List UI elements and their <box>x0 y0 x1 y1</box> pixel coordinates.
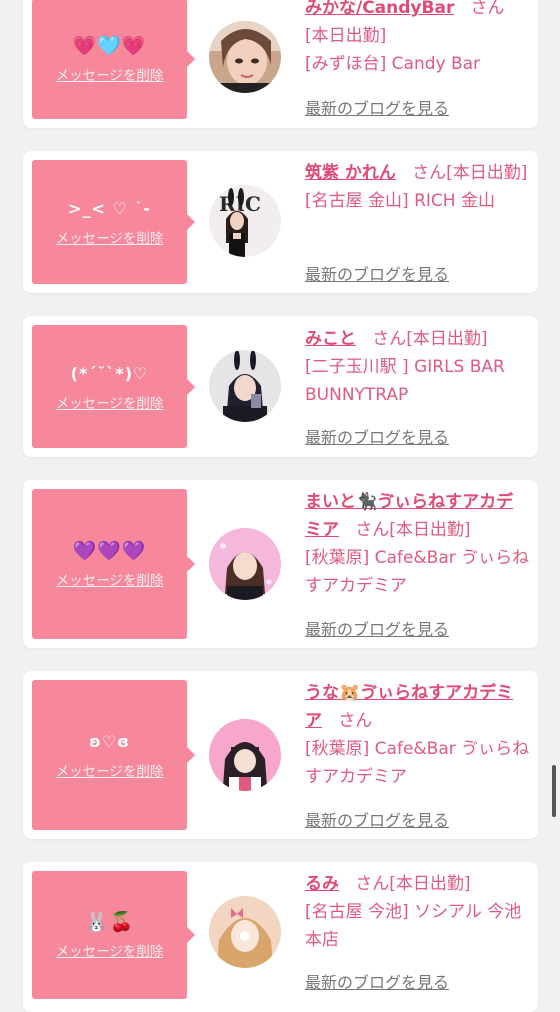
delete-message-link[interactable]: メッセージを削除 <box>56 227 164 247</box>
delete-message-link[interactable]: メッセージを削除 <box>56 64 164 84</box>
shop-name: [名古屋 金山] RICH 金山 <box>305 191 495 211</box>
message-card: 💜💜💜 メッセージを削除 まいと🐈‍⬛ゔぃらねすアカデミア さん[本日出勤] [… <box>23 480 538 648</box>
avatar[interactable]: RIC <box>209 185 281 257</box>
avatar[interactable] <box>209 350 281 422</box>
message-card: >_< ♡ ˙- メッセージを削除 RIC 筑紫 かれん さん[本日出勤] [名… <box>23 151 538 293</box>
cast-name-link[interactable]: 筑紫 かれん <box>305 163 396 183</box>
work-status: [本日出勤] <box>389 520 471 540</box>
cast-name-link[interactable]: みこと <box>305 329 356 349</box>
message-emoji: 🐰🍒 <box>84 911 135 933</box>
avatar[interactable] <box>209 21 281 93</box>
message-bubble: 🐰🍒 メッセージを削除 <box>32 871 195 999</box>
view-blog-link[interactable]: 最新のブログを見る <box>305 969 449 993</box>
work-status: [本日出勤] <box>389 874 471 894</box>
view-blog-link[interactable]: 最新のブログを見る <box>305 424 449 448</box>
work-status: [本日出勤] <box>446 163 528 183</box>
cast-info: 筑紫 かれん さん[本日出勤] [名古屋 金山] RICH 金山 <box>305 159 530 215</box>
view-blog-link[interactable]: 最新のブログを見る <box>305 807 449 831</box>
message-emoji: (*´˘`*)♡ <box>70 363 149 383</box>
honorific: さん <box>470 0 505 18</box>
shop-name: [秋葉原] Cafe&Bar ゔぃらねすアカデミア <box>305 548 530 596</box>
message-bubble: 💗🩵💗 メッセージを削除 <box>32 0 195 119</box>
delete-message-link[interactable]: メッセージを削除 <box>56 569 164 589</box>
view-blog-link[interactable]: 最新のブログを見る <box>305 261 449 285</box>
avatar[interactable] <box>209 719 281 791</box>
shop-name: [二子玉川駅 ] GIRLS BAR BUNNYTRAP <box>305 357 505 405</box>
honorific: さん <box>412 163 447 183</box>
avatar[interactable] <box>209 896 281 968</box>
cast-info: まいと🐈‍⬛ゔぃらねすアカデミア さん[本日出勤] [秋葉原] Cafe&Bar… <box>305 488 530 600</box>
shop-name: [名古屋 今池] ソシアル 今池本店 <box>305 902 522 950</box>
message-card: 🐰🍒 メッセージを削除 るみ さん[本日出勤] [名古屋 今池] ソシアル 今池… <box>23 862 538 1012</box>
message-bubble: 💜💜💜 メッセージを削除 <box>32 489 195 639</box>
delete-message-link[interactable]: メッセージを削除 <box>56 760 164 780</box>
message-bubble: >_< ♡ ˙- メッセージを削除 <box>32 160 195 284</box>
cast-name-link[interactable]: みかな/CandyBar <box>305 0 454 18</box>
cast-info: みかな/CandyBar さん [本日出勤] [みずほ台] Candy Bar <box>305 0 530 78</box>
view-blog-link[interactable]: 最新のブログを見る <box>305 616 449 640</box>
cast-info: みこと さん[本日出勤] [二子玉川駅 ] GIRLS BAR BUNNYTRA… <box>305 325 530 409</box>
message-card: ʚ♡ɞ メッセージを削除 うな🐹ゔぃらねすアカデミア さん [秋葉原] Cafe… <box>23 671 538 839</box>
message-bubble: (*´˘`*)♡ メッセージを削除 <box>32 325 195 448</box>
work-status: [本日出勤] <box>406 329 488 349</box>
message-card: (*´˘`*)♡ メッセージを削除 みこと さん[本日出勤] [二子玉川駅 ] … <box>23 316 538 457</box>
honorific: さん <box>372 329 407 349</box>
message-emoji: 💜💜💜 <box>72 540 147 562</box>
shop-name: [秋葉原] Cafe&Bar ゔぃらねすアカデミア <box>305 739 530 787</box>
cast-name-link[interactable]: るみ <box>305 874 339 894</box>
message-card: 💗🩵💗 メッセージを削除 みかな/CandyBar さん [本日出勤] [みずほ… <box>23 0 538 128</box>
work-status: [本日出勤] <box>305 26 387 46</box>
honorific: さん <box>338 711 373 731</box>
message-emoji: 💗🩵💗 <box>72 35 147 57</box>
scrollbar[interactable] <box>552 765 556 817</box>
view-blog-link[interactable]: 最新のブログを見る <box>305 95 449 119</box>
avatar[interactable] <box>209 528 281 600</box>
delete-message-link[interactable]: メッセージを削除 <box>56 940 164 960</box>
message-bubble: ʚ♡ɞ メッセージを削除 <box>32 680 195 830</box>
honorific: さん <box>355 874 390 894</box>
message-emoji: ʚ♡ɞ <box>89 732 130 751</box>
delete-message-link[interactable]: メッセージを削除 <box>56 392 164 412</box>
shop-name: [みずほ台] Candy Bar <box>305 54 481 74</box>
message-emoji: >_< ♡ ˙- <box>68 199 151 218</box>
honorific: さん <box>355 520 390 540</box>
cast-info: うな🐹ゔぃらねすアカデミア さん [秋葉原] Cafe&Bar ゔぃらねすアカデ… <box>305 679 530 791</box>
cast-info: るみ さん[本日出勤] [名古屋 今池] ソシアル 今池本店 <box>305 870 530 954</box>
